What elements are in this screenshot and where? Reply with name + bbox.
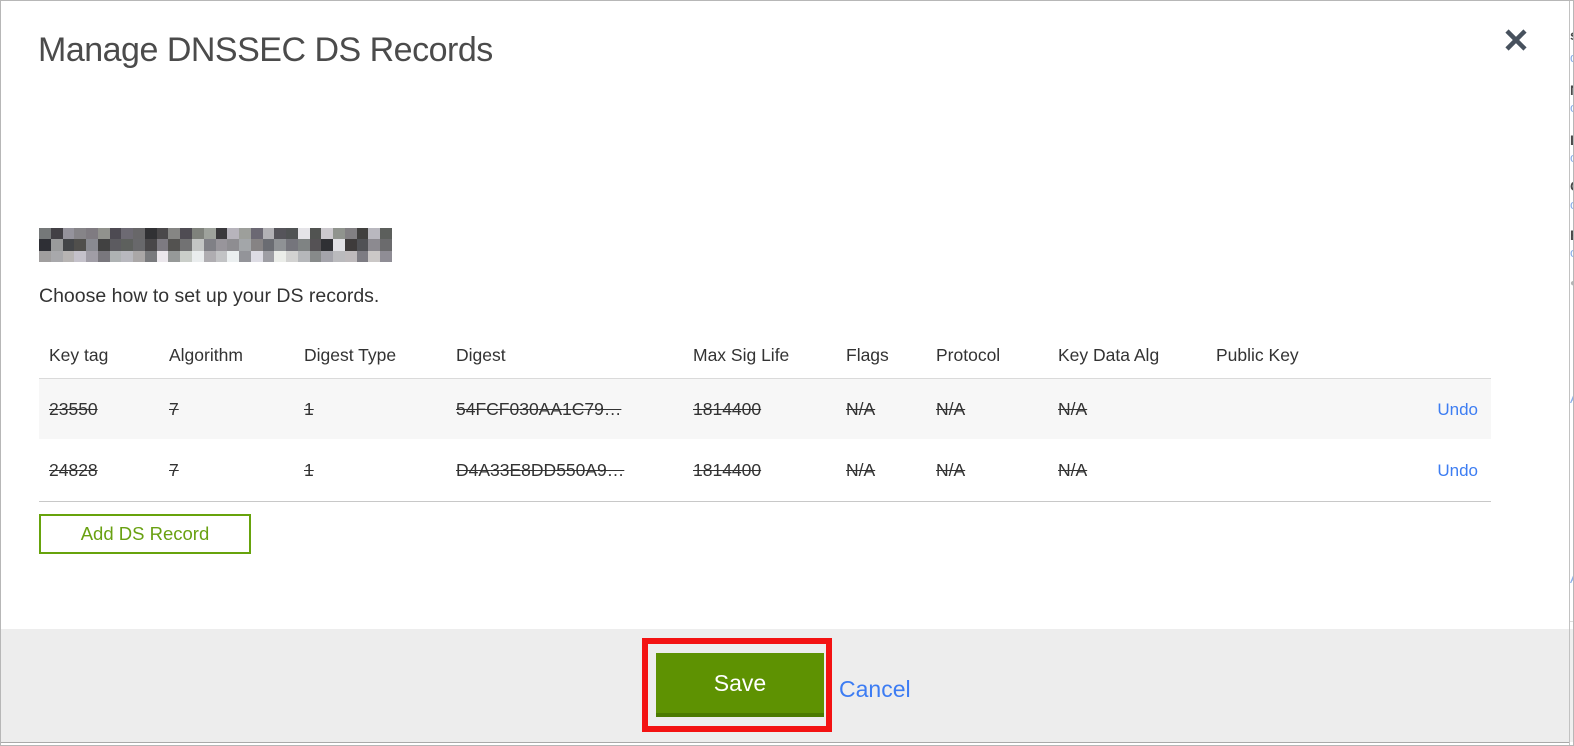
background-text-fragment: s — [1570, 27, 1573, 43]
close-button[interactable] — [1496, 21, 1536, 61]
column-header-max-sig-life: Max Sig Life — [693, 344, 790, 365]
column-header-digest-type: Digest Type — [304, 344, 397, 365]
setup-instruction-text: Choose how to set up your DS records. — [39, 285, 380, 307]
background-text-fragment: E — [1570, 227, 1573, 243]
cell-key-tag: 23550 — [49, 398, 98, 419]
cell-actions: Undo — [1426, 460, 1491, 481]
ds-records-table: Key tag Algorithm Digest Type Digest Max… — [39, 332, 1491, 502]
undo-link[interactable]: Undo — [1437, 461, 1478, 480]
cell-key-tag: 24828 — [49, 459, 98, 480]
column-header-digest: Digest — [456, 344, 506, 365]
background-text-fragment: C — [1570, 178, 1573, 194]
background-text-fragment: N — [1570, 82, 1573, 98]
background-text-fragment: A — [1570, 391, 1573, 406]
table-row: 23550 7 1 54FCF030AA1C79… 1814400 N/A N/… — [39, 379, 1491, 439]
cell-flags: N/A — [846, 398, 876, 419]
column-header-protocol: Protocol — [936, 344, 1001, 365]
redacted-domain-name — [39, 228, 392, 262]
save-button[interactable]: Save — [656, 653, 824, 717]
table-header-row: Key tag Algorithm Digest Type Digest Max… — [39, 332, 1491, 379]
cancel-link[interactable]: Cancel — [839, 676, 911, 703]
cell-protocol: N/A — [936, 398, 966, 419]
column-header-key-tag: Key tag — [49, 344, 109, 365]
column-header-key-data-alg: Key Data Alg — [1058, 344, 1160, 365]
background-text-fragment: d — [1570, 50, 1573, 65]
cell-flags: N/A — [846, 459, 876, 480]
cell-protocol: N/A — [936, 459, 966, 480]
table-row: 24828 7 1 D4A33E8DD550A9… 1814400 N/A N/… — [39, 439, 1491, 502]
cell-digest-type: 1 — [304, 459, 314, 480]
background-text-fragment: o — [1570, 100, 1573, 115]
background-footer-edge — [1570, 629, 1573, 742]
click-highlight-annotation: Save — [642, 638, 832, 732]
dnssec-modal: Manage DNSSEC DS Records Choose how to s… — [1, 1, 1570, 745]
add-ds-record-button[interactable]: Add DS Record — [39, 514, 251, 554]
background-text-fragment: ● — [1570, 278, 1573, 289]
background-text-fragment: o — [1570, 197, 1573, 212]
cell-max-sig-life: 1814400 — [693, 398, 762, 419]
cell-actions: Undo — [1426, 399, 1491, 420]
column-header-algorithm: Algorithm — [169, 344, 243, 365]
screenshot-root: Manage DNSSEC DS Records Choose how to s… — [0, 0, 1574, 746]
cell-digest-type: 1 — [304, 398, 314, 419]
cell-digest: 54FCF030AA1C79… — [456, 398, 622, 419]
undo-link[interactable]: Undo — [1437, 400, 1478, 419]
background-text-fragment: o — [1570, 245, 1573, 260]
column-header-public-key: Public Key — [1216, 344, 1299, 365]
cell-algorithm: 7 — [169, 398, 179, 419]
background-divider — [1570, 621, 1573, 622]
cell-digest: D4A33E8DD550A9… — [456, 459, 625, 480]
modal-title: Manage DNSSEC DS Records — [38, 31, 493, 69]
background-text-fragment: A — [1570, 571, 1573, 586]
background-page-edge: sdNoLoCoEo●AA — [1570, 1, 1573, 745]
background-text-fragment: o — [1570, 150, 1573, 165]
cell-key-data-alg: N/A — [1058, 398, 1088, 419]
column-header-flags: Flags — [846, 344, 889, 365]
background-text-fragment: L — [1570, 132, 1573, 148]
cell-key-data-alg: N/A — [1058, 459, 1088, 480]
cell-algorithm: 7 — [169, 459, 179, 480]
cell-max-sig-life: 1814400 — [693, 459, 762, 480]
close-icon — [1503, 28, 1529, 56]
modal-footer: Save Cancel — [1, 629, 1569, 743]
